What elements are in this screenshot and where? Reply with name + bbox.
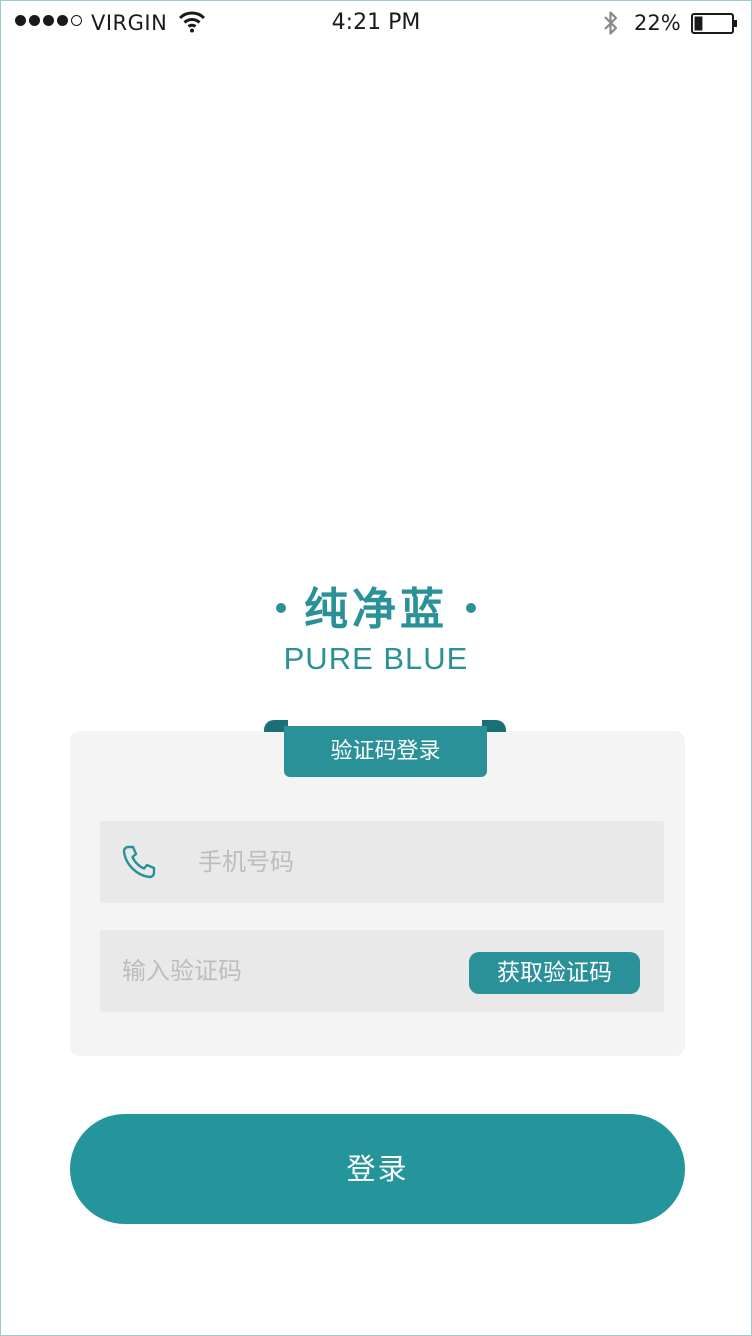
status-bar: VIRGIN 4:21 PM 22% (1, 1, 751, 45)
battery-percent: 22% (634, 11, 681, 35)
brand-title: 纯净蓝 (1, 573, 751, 637)
phone-input[interactable] (198, 821, 638, 903)
brand-title-text: 纯净蓝 (304, 584, 448, 635)
app-screen: VIRGIN 4:21 PM 22% 纯净蓝 PURE BLUE 验证码登录 手… (0, 0, 752, 1336)
bluetooth-icon (601, 9, 621, 42)
code-field: 获取验证码 (100, 930, 664, 1012)
phone-field (100, 821, 664, 903)
code-input[interactable] (122, 930, 442, 1012)
brand-dot-right (466, 603, 476, 613)
tab-sms-login[interactable]: 验证码登录 (284, 726, 487, 777)
brand-subtitle: PURE BLUE (283, 641, 469, 676)
brand-dot-left (276, 603, 286, 613)
get-code-button[interactable]: 获取验证码 (469, 952, 640, 994)
login-button[interactable]: 登录 (70, 1114, 685, 1224)
battery-icon (691, 13, 737, 34)
phone-icon (120, 843, 158, 881)
